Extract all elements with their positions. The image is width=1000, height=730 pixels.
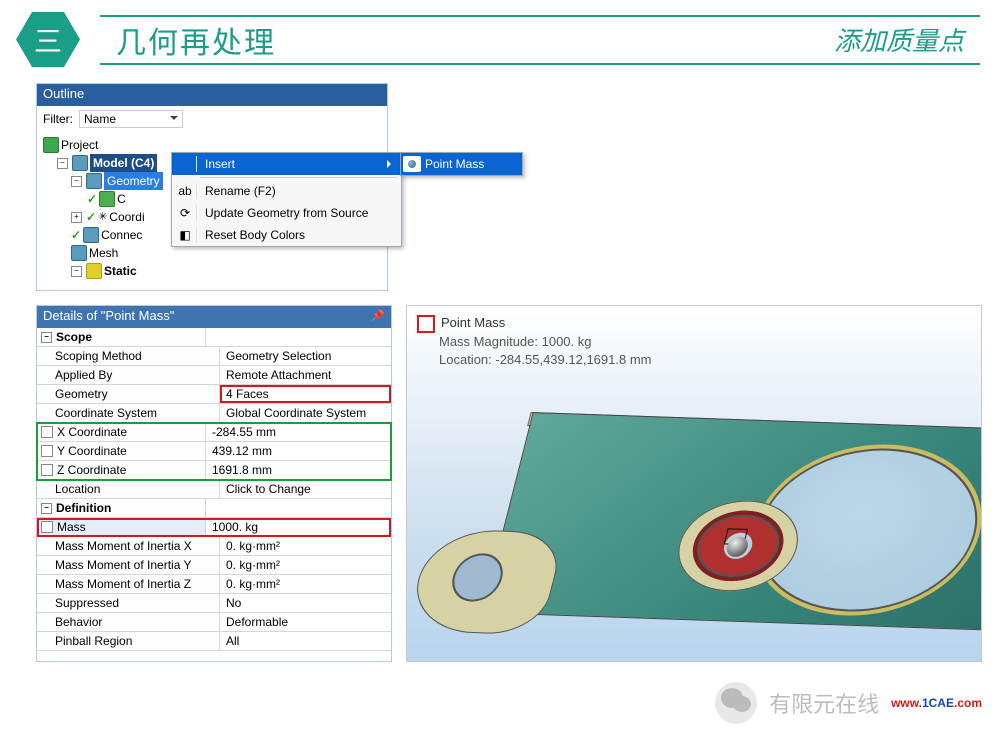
- row-moi-y[interactable]: Mass Moment of Inertia Y 0. kg·mm²: [37, 556, 391, 575]
- checkbox-icon[interactable]: [41, 521, 53, 533]
- group-definition[interactable]: −Definition: [37, 499, 391, 518]
- pointmass-icon: [403, 156, 421, 172]
- outline-panel-title: Outline: [37, 84, 387, 106]
- collapse-icon[interactable]: −: [41, 332, 52, 343]
- slide-title: 几何再处理: [116, 18, 276, 62]
- row-csys[interactable]: Coordinate System Global Coordinate Syst…: [37, 404, 391, 423]
- insert-icon: [174, 156, 197, 172]
- outline-filter-row: Filter: Name: [37, 106, 387, 132]
- row-z-coord[interactable]: Z Coordinate 1691.8 mm: [37, 461, 391, 480]
- model-icon: [72, 155, 88, 171]
- watermark: 有限元在线 www.1CAE.com: [715, 682, 982, 724]
- reset-colors-icon: ◧: [174, 227, 197, 243]
- check-icon: ✓: [86, 208, 96, 226]
- group-scope[interactable]: −Scope: [37, 328, 391, 347]
- details-title-bar: Details of "Point Mass" 📌: [37, 306, 391, 328]
- expand-icon[interactable]: +: [71, 212, 82, 223]
- title-bar: 几何再处理 添加质量点: [100, 15, 980, 65]
- warn-icon: [86, 263, 102, 279]
- row-pinball[interactable]: Pinball Region All: [37, 632, 391, 651]
- collapse-icon[interactable]: −: [71, 176, 82, 187]
- filter-value: Name: [84, 112, 116, 126]
- checkbox-icon[interactable]: [41, 426, 53, 438]
- cm-insert[interactable]: Insert: [172, 153, 401, 175]
- refresh-icon: ⟳: [174, 205, 197, 221]
- watermark-text-cn: 有限元在线: [769, 687, 879, 719]
- row-suppressed[interactable]: Suppressed No: [37, 594, 391, 613]
- row-moi-z[interactable]: Mass Moment of Inertia Z 0. kg·mm²: [37, 575, 391, 594]
- row-y-coord[interactable]: Y Coordinate 439.12 mm: [37, 442, 391, 461]
- rename-icon: ab: [174, 183, 197, 199]
- model-3d: [406, 390, 982, 662]
- cm-reset[interactable]: ◧ Reset Body Colors: [172, 224, 401, 246]
- chevron-right-icon: [387, 160, 395, 168]
- collapse-icon[interactable]: −: [57, 158, 68, 169]
- outline-panel: Outline Filter: Name Project − Model (C4…: [36, 83, 388, 291]
- check-icon: ✓: [87, 190, 97, 208]
- row-mass[interactable]: Mass 1000. kg: [37, 518, 391, 537]
- graphics-viewport[interactable]: Point Mass Mass Magnitude: 1000. kg Loca…: [406, 305, 982, 662]
- pin-icon[interactable]: 📌: [371, 308, 385, 326]
- geometry-icon: [86, 173, 102, 189]
- row-moi-x[interactable]: Mass Moment of Inertia X 0. kg·mm²: [37, 537, 391, 556]
- slide-subtitle: 添加质量点: [834, 21, 964, 58]
- row-x-coord[interactable]: X Coordinate -284.55 mm: [37, 423, 391, 442]
- mesh-icon: [71, 245, 87, 261]
- cm-update[interactable]: ⟳ Update Geometry from Source: [172, 202, 401, 224]
- cm-rename[interactable]: ab Rename (F2): [172, 180, 401, 202]
- connection-icon: [83, 227, 99, 243]
- collapse-icon[interactable]: −: [71, 266, 82, 277]
- row-scoping-method[interactable]: Scoping Method Geometry Selection: [37, 347, 391, 366]
- slide-header: 三 几何再处理 添加质量点: [0, 0, 1000, 75]
- row-location[interactable]: Location Click to Change: [37, 480, 391, 499]
- project-icon: [43, 137, 59, 153]
- separator: [200, 177, 397, 178]
- filter-select[interactable]: Name: [79, 110, 183, 128]
- section-marker-text: 三: [34, 20, 62, 60]
- details-panel: Details of "Point Mass" 📌 −Scope Scoping…: [36, 305, 392, 662]
- pointmass-legend-icon: [417, 315, 435, 333]
- row-applied-by[interactable]: Applied By Remote Attachment: [37, 366, 391, 385]
- watermark-url: www.1CAE.com: [891, 696, 982, 710]
- chevron-down-icon: [170, 116, 178, 124]
- check-icon: ✓: [71, 226, 81, 244]
- context-menu: Insert ab Rename (F2) ⟳ Update Geometry …: [171, 152, 402, 247]
- viewport-annotation: Point Mass Mass Magnitude: 1000. kg Loca…: [417, 314, 651, 369]
- body-icon: [99, 191, 115, 207]
- row-behavior[interactable]: Behavior Deformable: [37, 613, 391, 632]
- submenu-pointmass[interactable]: Point Mass: [400, 152, 523, 176]
- tree-static[interactable]: − Static: [43, 262, 381, 280]
- row-geometry[interactable]: Geometry 4 Faces: [37, 385, 391, 404]
- checkbox-icon[interactable]: [41, 464, 53, 476]
- wechat-icon: [715, 682, 757, 724]
- filter-label: Filter:: [43, 112, 73, 126]
- collapse-icon[interactable]: −: [41, 503, 52, 514]
- checkbox-icon[interactable]: [41, 445, 53, 457]
- section-marker: 三: [16, 12, 80, 67]
